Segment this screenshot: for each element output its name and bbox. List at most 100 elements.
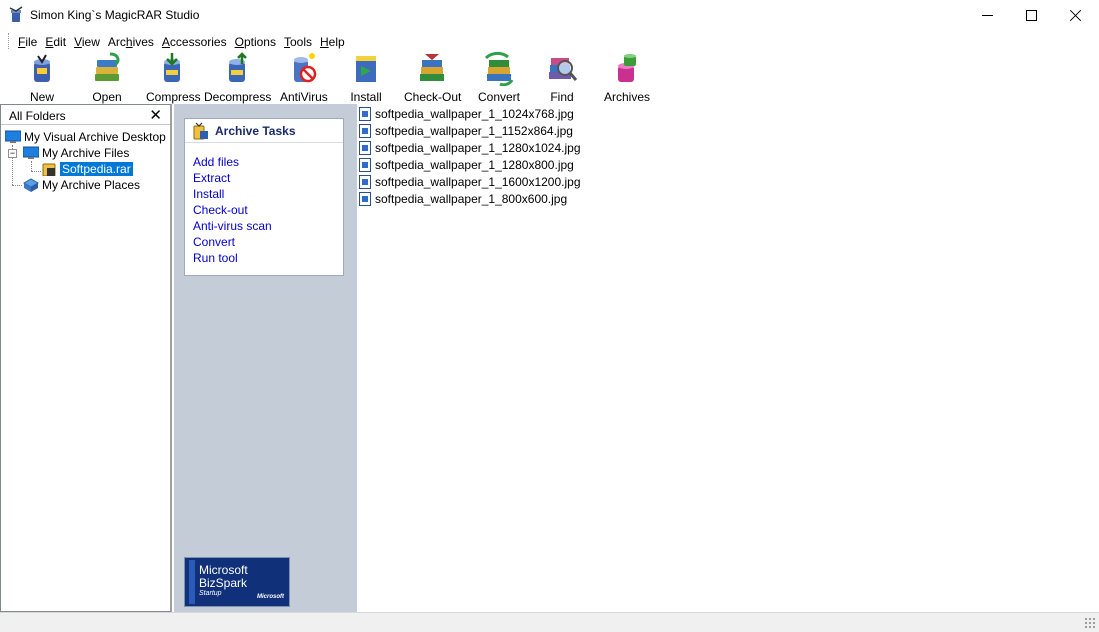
title-bar[interactable]: Simon King`s MagicRAR Studio [0, 0, 1099, 30]
new-button[interactable]: New [24, 52, 60, 104]
minimize-button[interactable] [964, 0, 1010, 30]
menu-mnemonic: H [320, 35, 329, 49]
menu-label: ools [289, 35, 312, 49]
menu-help[interactable]: Help [317, 33, 350, 51]
extract-link[interactable]: Extract [193, 171, 230, 185]
antivirus-button[interactable]: AntiVirus [280, 52, 328, 104]
file-name: softpedia_wallpaper_1_1280x800.jpg [375, 158, 574, 172]
convert-label: Convert [477, 90, 521, 104]
file-name: softpedia_wallpaper_1_800x600.jpg [375, 192, 568, 206]
add-files-link[interactable]: Add files [193, 155, 239, 169]
compress-button[interactable]: Compress [146, 52, 201, 104]
bizspark-stripe [189, 560, 195, 604]
menu-view[interactable]: View [71, 33, 105, 51]
maximize-button[interactable] [1008, 0, 1054, 30]
menu-label: ile [25, 35, 38, 49]
archive-tasks-header[interactable]: Archive Tasks [185, 119, 343, 143]
tree-item-archive-places[interactable]: My Archive Places [23, 177, 140, 193]
archive-places-icon [23, 178, 39, 192]
close-button[interactable] [1053, 0, 1099, 30]
toolbar: New Open Compress Decompress AntiVirus I… [18, 51, 1099, 104]
desktop-icon [5, 130, 21, 143]
archives-label: Archives [604, 90, 651, 104]
new-archive-icon [34, 54, 50, 82]
menu-edit[interactable]: Edit [42, 33, 71, 51]
archive-tasks-icon [193, 122, 208, 140]
archives-icon [618, 54, 636, 82]
archives-button[interactable]: Archives [604, 52, 650, 104]
image-file-icon [359, 192, 371, 206]
compress-label: Compress [146, 90, 201, 104]
menu-mnemonic: V [74, 35, 82, 49]
menu-mnemonic: O [234, 35, 244, 49]
menu-accessories[interactable]: Accessories [159, 33, 232, 51]
resize-grip-icon[interactable] [1084, 617, 1096, 629]
list-item[interactable]: softpedia_wallpaper_1_800x600.jpg [359, 191, 567, 207]
find-button[interactable]: Find [544, 52, 580, 104]
image-file-icon [359, 141, 371, 155]
menu-label: ptions [243, 35, 276, 49]
tree-item-archive-files[interactable]: My Archive Files [23, 145, 129, 161]
open-archive-icon [95, 52, 120, 81]
folder-pane-title: All Folders [9, 109, 66, 123]
menu-archives[interactable]: Archives [105, 33, 159, 51]
tree-item-label: My Visual Archive Desktop [24, 130, 166, 144]
maximize-icon [1025, 9, 1037, 21]
menu-label: ives [132, 35, 154, 49]
menu-bar: File Edit View Archives Accessories Opti… [8, 33, 350, 51]
menu-file[interactable]: File [15, 33, 42, 51]
decompress-icon [229, 52, 247, 82]
install-link[interactable]: Install [193, 187, 224, 201]
decompress-button[interactable]: Decompress [204, 52, 271, 104]
find-icon [549, 58, 578, 81]
monitor-icon [23, 146, 39, 159]
compress-icon [164, 53, 180, 82]
convert-button[interactable]: Convert [476, 51, 522, 104]
new-label: New [29, 90, 54, 104]
tree-line [12, 185, 22, 186]
antivirus-label: AntiVirus [280, 90, 328, 104]
collapse-expander[interactable]: − [8, 149, 17, 158]
menu-grip[interactable] [8, 33, 11, 49]
file-list[interactable]: softpedia_wallpaper_1_1024x768.jpg softp… [357, 104, 1099, 612]
menu-label: iew [81, 35, 100, 49]
archive-tasks-panel: Archive Tasks Add files Extract Install … [184, 118, 344, 276]
file-name: softpedia_wallpaper_1_1280x1024.jpg [375, 141, 581, 155]
list-item[interactable]: softpedia_wallpaper_1_1280x1024.jpg [359, 140, 581, 156]
anti-virus-scan-link[interactable]: Anti-virus scan [193, 219, 272, 233]
checkout-icon [420, 54, 444, 81]
magicrar-app-icon [9, 6, 23, 22]
image-file-icon [359, 124, 371, 138]
tree-item-label: My Archive Files [42, 146, 130, 160]
menu-options[interactable]: Options [232, 33, 281, 51]
close-folder-pane-icon[interactable]: ✕ [149, 106, 162, 124]
bizspark-logo[interactable]: Microsoft BizSpark Startup Microsoft [184, 557, 290, 607]
menu-tools[interactable]: Tools [281, 33, 317, 51]
bizspark-brand: Microsoft [257, 594, 284, 600]
list-item[interactable]: softpedia_wallpaper_1_1280x800.jpg [359, 157, 574, 173]
open-button[interactable]: Open [84, 52, 130, 104]
image-file-icon [359, 158, 371, 172]
antivirus-icon [294, 53, 317, 83]
checkout-label: Check-Out [404, 90, 462, 104]
check-out-link[interactable]: Check-out [193, 203, 248, 217]
bizspark-line2: BizSpark [199, 576, 248, 590]
install-button[interactable]: Install [348, 52, 384, 104]
file-name: softpedia_wallpaper_1_1024x768.jpg [375, 107, 574, 121]
image-file-icon [359, 107, 371, 121]
tree-item-desktop[interactable]: My Visual Archive Desktop [5, 129, 166, 145]
checkout-button[interactable]: Check-Out [404, 52, 461, 104]
open-label: Open [92, 90, 122, 104]
tree-item-softpedia-rar[interactable]: Softpedia.rar [41, 161, 133, 177]
run-tool-link[interactable]: Run tool [193, 251, 238, 265]
convert-link[interactable]: Convert [193, 235, 235, 249]
close-icon [1070, 9, 1082, 21]
menu-label: dit [53, 35, 67, 49]
menu-mnemonic: A [161, 35, 170, 49]
list-item[interactable]: softpedia_wallpaper_1_1600x1200.jpg [359, 174, 581, 190]
list-item[interactable]: softpedia_wallpaper_1_1152x864.jpg [359, 123, 573, 139]
window-title: Simon King`s MagicRAR Studio [30, 8, 200, 22]
archive-tasks-title: Archive Tasks [215, 124, 296, 138]
list-item[interactable]: softpedia_wallpaper_1_1024x768.jpg [359, 106, 574, 122]
menu-mnemonic: h [125, 35, 133, 49]
